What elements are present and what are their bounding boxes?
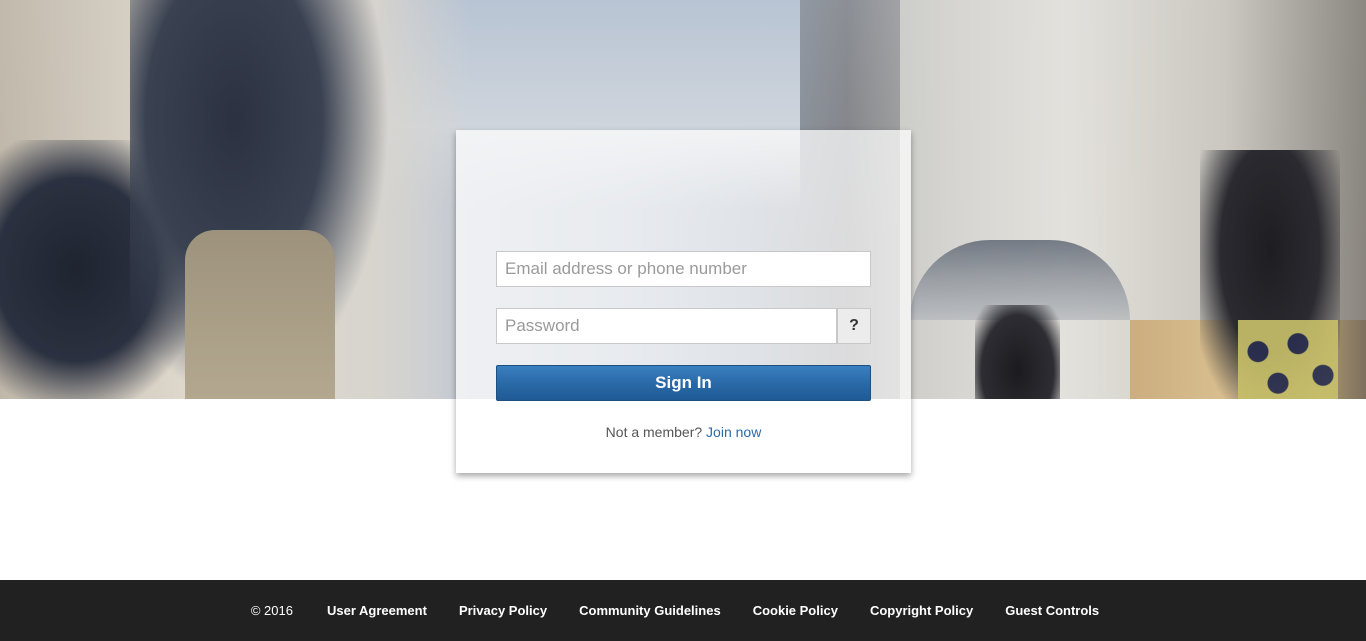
join-now-link[interactable]: Join now <box>706 424 761 440</box>
footer-link-guest-controls[interactable]: Guest Controls <box>1005 603 1099 618</box>
copyright-text: © 2016 <box>250 603 293 618</box>
sign-in-button[interactable]: Sign In <box>496 365 871 401</box>
footer-link-user-agreement[interactable]: User Agreement <box>327 603 427 618</box>
not-member-text: Not a member? <box>605 424 703 440</box>
footer-link-community-guidelines[interactable]: Community Guidelines <box>579 603 721 618</box>
join-row: Not a member? Join now <box>456 424 911 440</box>
login-card: ? Sign In Not a member? Join now <box>456 130 911 473</box>
footer-link-copyright-policy[interactable]: Copyright Policy <box>870 603 973 618</box>
footer-link-cookie-policy[interactable]: Cookie Policy <box>753 603 838 618</box>
email-input[interactable] <box>496 251 871 287</box>
hero-person <box>975 305 1060 399</box>
password-input[interactable] <box>496 308 837 344</box>
footer: © 2016 User Agreement Privacy Policy Com… <box>0 580 1366 641</box>
footer-link-privacy-policy[interactable]: Privacy Policy <box>459 603 547 618</box>
hero-person-skirt <box>1238 320 1338 399</box>
password-help-button[interactable]: ? <box>837 308 871 344</box>
hero-person-legs <box>185 230 335 399</box>
